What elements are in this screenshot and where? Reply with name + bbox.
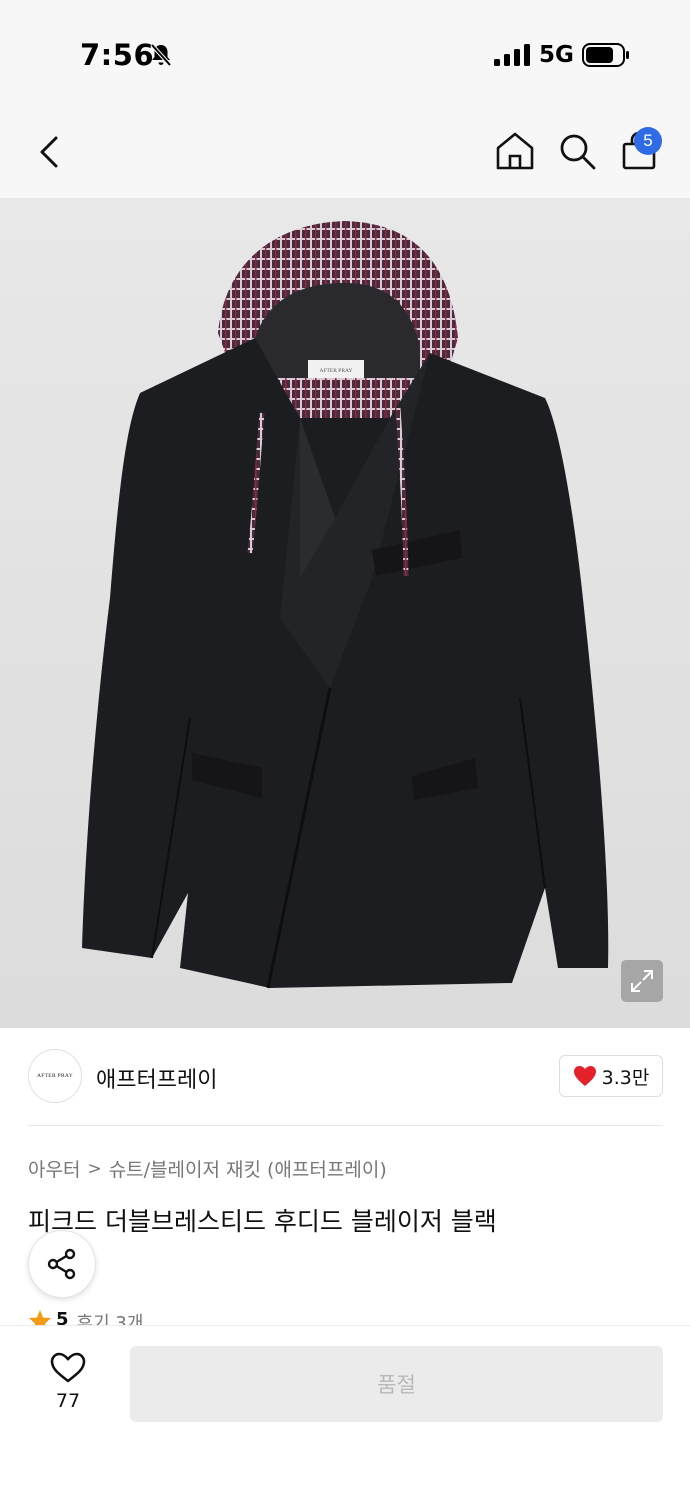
wish-count: 77: [55, 1390, 81, 1412]
bottom-bar: 77 품절: [0, 1325, 690, 1500]
battery-icon: [582, 43, 629, 67]
star-icon: [29, 1310, 51, 1325]
rating-reviews[interactable]: 후기 3개: [77, 1309, 144, 1325]
breadcrumb-subcategory[interactable]: 슈트/블레이저 재킷 (애프터프레이): [109, 1155, 387, 1182]
bell-off-icon: [150, 43, 172, 67]
status-time: 7:56: [80, 38, 155, 72]
breadcrumb-category[interactable]: 아우터: [28, 1155, 80, 1182]
search-icon[interactable]: [556, 130, 598, 172]
nav-bar: [0, 100, 690, 198]
expand-image-button[interactable]: [621, 960, 663, 1002]
home-icon[interactable]: [494, 130, 536, 172]
store-name[interactable]: 애프터프레이: [96, 1062, 217, 1094]
product-image[interactable]: AFTER PRAY: [0, 198, 690, 1028]
store-row[interactable]: AFTER PRAY 애프터프레이 3.3만: [0, 1028, 690, 1126]
expand-icon: [631, 970, 653, 992]
rating-score: 5: [56, 1309, 69, 1325]
breadcrumb-separator: >: [87, 1158, 102, 1179]
share-button[interactable]: [28, 1230, 96, 1298]
jacket-illustration: AFTER PRAY: [82, 221, 609, 989]
store-like-count: 3.3만: [601, 1066, 650, 1089]
heart-outline-icon: [50, 1352, 86, 1383]
wish-button[interactable]: 77: [40, 1350, 96, 1416]
product-title: 피크드 더블브레스티드 후디드 블레이저 블랙: [28, 1207, 497, 1236]
store-like-button[interactable]: 3.3만: [559, 1055, 663, 1097]
soldout-button[interactable]: 품절: [130, 1346, 663, 1422]
back-icon[interactable]: [30, 130, 70, 174]
status-bar: 7:56 5G: [0, 0, 690, 100]
share-icon: [47, 1248, 76, 1280]
network-type: 5G: [539, 42, 574, 68]
heart-icon: [573, 1066, 596, 1086]
signal-icon: [494, 44, 530, 66]
rating-row[interactable]: 5 후기 3개: [28, 1309, 143, 1325]
store-logo[interactable]: AFTER PRAY: [28, 1049, 82, 1103]
cart-count-badge: 5: [634, 127, 662, 155]
divider: [28, 1125, 663, 1126]
garment-label: AFTER PRAY: [320, 368, 353, 374]
breadcrumb: 아우터 > 슈트/블레이저 재킷 (애프터프레이): [28, 1155, 387, 1182]
